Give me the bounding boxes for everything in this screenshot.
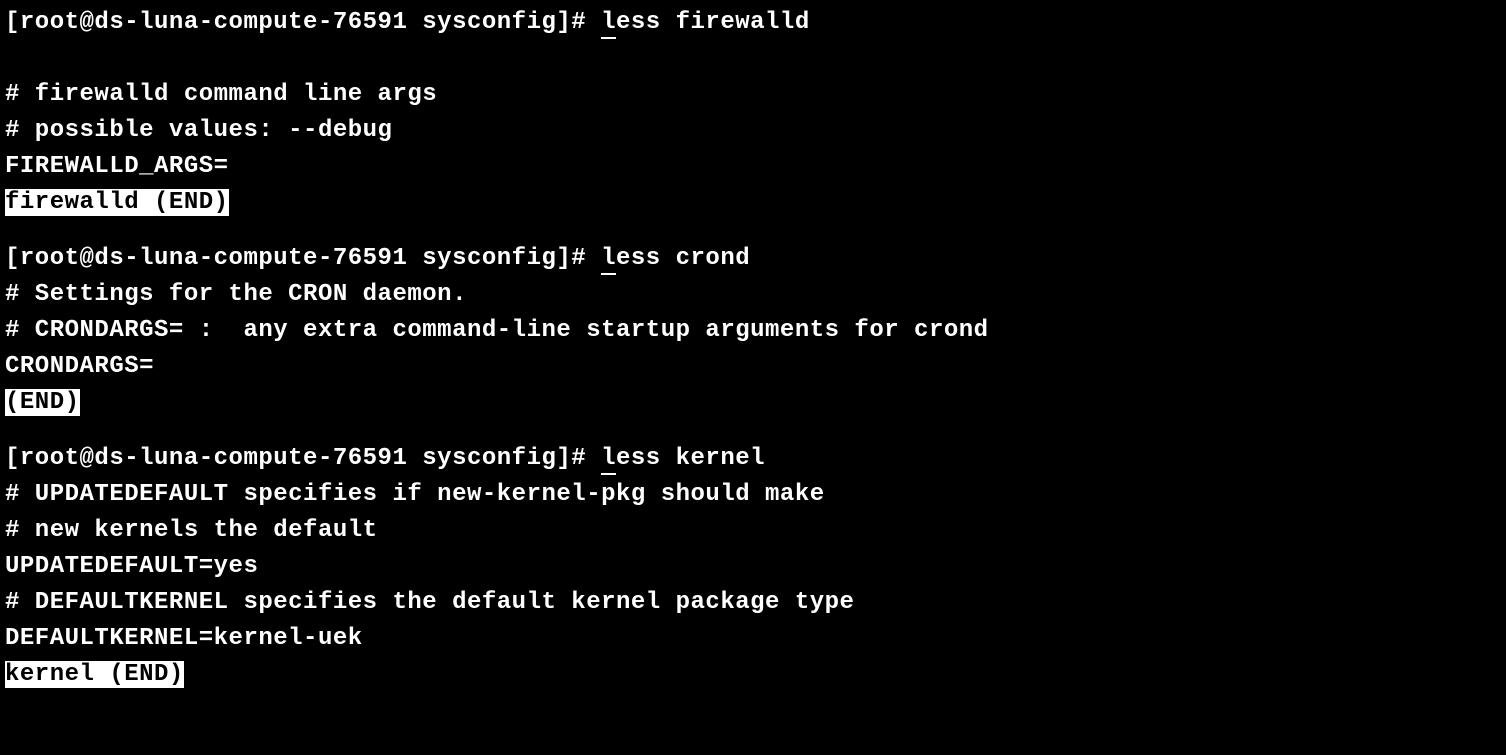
command-first-letter: l [601, 9, 616, 39]
prompt-line[interactable]: [root@ds-luna-compute-76591 sysconfig]# … [5, 441, 1501, 477]
file-content-line: # possible values: --debug [5, 113, 1501, 149]
shell-prompt: [root@ds-luna-compute-76591 sysconfig]# [5, 9, 601, 36]
terminal-block-firewalld: [root@ds-luna-compute-76591 sysconfig]# … [5, 5, 1501, 221]
file-content-line: UPDATEDEFAULT=yes [5, 549, 1501, 585]
file-content-line: CRONDARGS= [5, 349, 1501, 385]
shell-prompt: [root@ds-luna-compute-76591 sysconfig]# [5, 445, 601, 472]
terminal-blank [5, 41, 1501, 77]
file-content-line: # Settings for the CRON daemon. [5, 277, 1501, 313]
terminal-block-crond: [root@ds-luna-compute-76591 sysconfig]# … [5, 241, 1501, 421]
prompt-line[interactable]: [root@ds-luna-compute-76591 sysconfig]# … [5, 5, 1501, 41]
command-first-letter: l [601, 245, 616, 275]
less-end-marker[interactable]: (END) [5, 385, 1501, 421]
less-end-marker[interactable]: firewalld (END) [5, 185, 1501, 221]
command-first-letter: l [601, 445, 616, 475]
prompt-line[interactable]: [root@ds-luna-compute-76591 sysconfig]# … [5, 241, 1501, 277]
command-rest: ess kernel [616, 445, 765, 472]
file-content-line: # DEFAULTKERNEL specifies the default ke… [5, 585, 1501, 621]
terminal-block-kernel: [root@ds-luna-compute-76591 sysconfig]# … [5, 441, 1501, 693]
file-content-line: # firewalld command line args [5, 77, 1501, 113]
command-rest: ess crond [616, 245, 750, 272]
file-content-line: # CRONDARGS= : any extra command-line st… [5, 313, 1501, 349]
command-rest: ess firewalld [616, 9, 810, 36]
file-content-line: FIREWALLD_ARGS= [5, 149, 1501, 185]
file-content-line: # new kernels the default [5, 513, 1501, 549]
file-content-line: DEFAULTKERNEL=kernel-uek [5, 621, 1501, 657]
shell-prompt: [root@ds-luna-compute-76591 sysconfig]# [5, 245, 601, 272]
less-end-marker[interactable]: kernel (END) [5, 657, 1501, 693]
file-content-line: # UPDATEDEFAULT specifies if new-kernel-… [5, 477, 1501, 513]
